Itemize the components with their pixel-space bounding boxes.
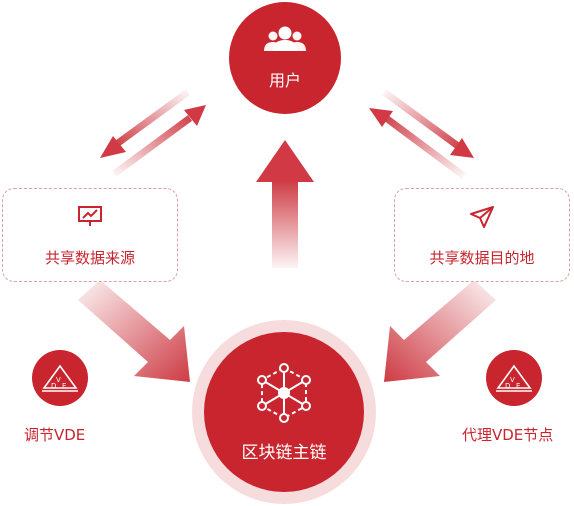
user-node-circle [229, 2, 341, 114]
destination-box[interactable]: 共享数据目的地 [394, 188, 570, 282]
regulator-badge-e: E [62, 382, 66, 390]
proxy-vde-label: 代理VDE节点 [462, 426, 554, 444]
source-box-label: 共享数据来源 [44, 249, 135, 267]
source-box[interactable]: 共享数据来源 [2, 188, 178, 282]
arrow-chain-to-user [256, 140, 314, 268]
destination-box-label: 共享数据目的地 [429, 249, 535, 267]
chain-node-label: 区块链主链 [241, 443, 327, 463]
arrow-destination-to-chain [384, 280, 496, 382]
proxy-badge-e: E [516, 382, 520, 390]
proxy-badge-v: V [510, 376, 515, 384]
regulator-vde-label: 调节VDE [24, 426, 86, 444]
regulator-badge-v: V [56, 376, 61, 384]
user-node-label: 用户 [268, 71, 301, 90]
regulator-badge-d: D [51, 382, 56, 390]
proxy-badge-d: D [505, 382, 510, 390]
paper-plane-icon [469, 205, 495, 233]
arrow-source-to-chain [78, 280, 190, 382]
presentation-chart-icon [77, 205, 103, 231]
